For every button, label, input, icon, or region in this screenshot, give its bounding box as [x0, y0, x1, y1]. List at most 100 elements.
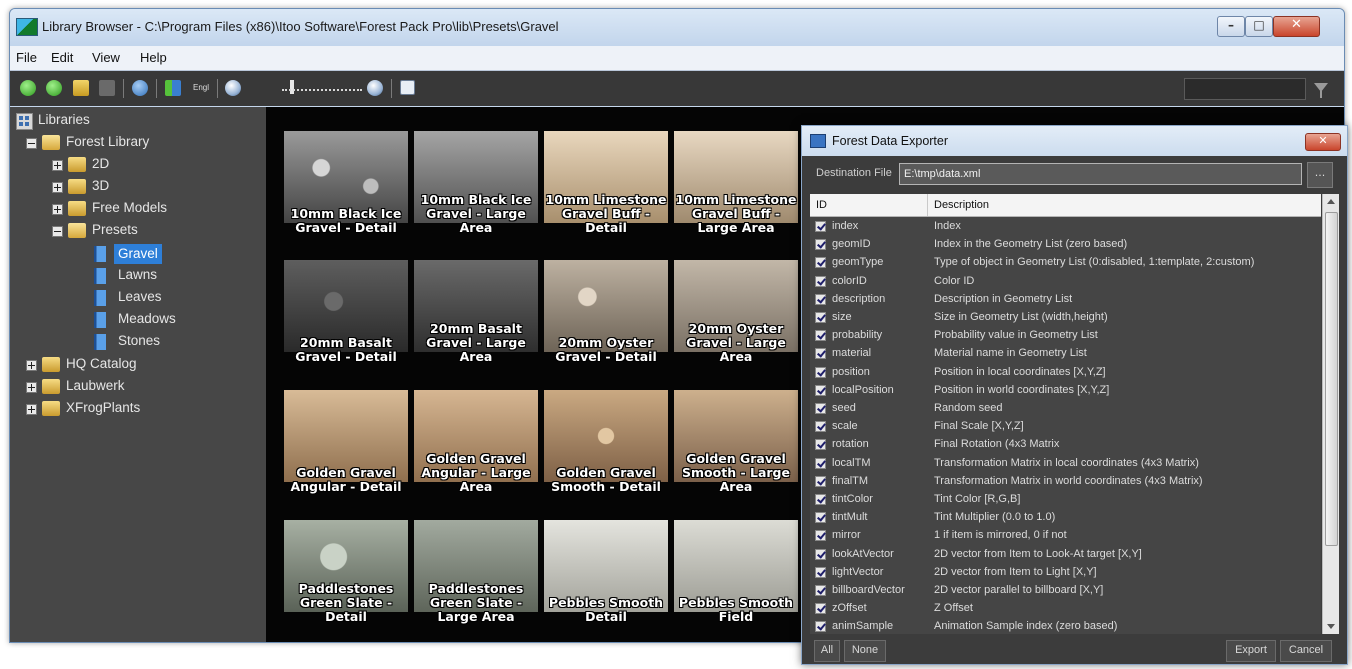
select-none-button[interactable]: None: [844, 640, 886, 662]
column-header-id[interactable]: ID: [816, 199, 827, 211]
close-button[interactable]: ✕: [1273, 16, 1320, 37]
field-checkbox[interactable]: [815, 366, 826, 378]
expand-icon[interactable]: [52, 160, 63, 171]
export-field-row[interactable]: material Material name in Geometry List: [810, 345, 1321, 363]
export-field-row[interactable]: lookAtVector 2D vector from Item to Look-…: [810, 546, 1321, 564]
select-all-button[interactable]: All: [814, 640, 840, 662]
menu-edit[interactable]: Edit: [51, 50, 73, 65]
field-checkbox[interactable]: [815, 348, 826, 360]
field-checkbox[interactable]: [815, 457, 826, 469]
browse-button[interactable]: ...: [1307, 162, 1333, 188]
export-field-row[interactable]: probability Probability value in Geometry…: [810, 327, 1321, 345]
field-checkbox[interactable]: [815, 330, 826, 342]
export-field-row[interactable]: animSample Animation Sample index (zero b…: [810, 618, 1321, 634]
sort-icon[interactable]: [165, 80, 181, 96]
field-checkbox[interactable]: [815, 548, 826, 560]
export-field-row[interactable]: lightVector 2D vector from Item to Light …: [810, 564, 1321, 582]
export-field-row[interactable]: colorID Color ID: [810, 273, 1321, 291]
search-input[interactable]: [1184, 78, 1306, 100]
preset-tile[interactable]: Golden Gravel Smooth - Detail: [544, 390, 668, 514]
preset-tile[interactable]: 10mm Limestone Gravel Buff - Large Area: [674, 131, 798, 255]
menu-help[interactable]: Help: [140, 50, 167, 65]
menu-view[interactable]: View: [92, 50, 120, 65]
field-checkbox[interactable]: [815, 312, 826, 323]
export-field-row[interactable]: localPosition Position in world coordinat…: [810, 382, 1321, 400]
field-checkbox[interactable]: [815, 221, 826, 232]
preset-tile[interactable]: Pebbles Smooth Detail: [544, 520, 668, 642]
preset-tile[interactable]: Paddlestones Green Slate - Detail: [284, 520, 408, 642]
export-field-row[interactable]: geomID Index in the Geometry List (zero b…: [810, 236, 1321, 254]
field-checkbox[interactable]: [815, 512, 826, 524]
zoom-slider-handle[interactable]: [290, 80, 294, 94]
save-icon[interactable]: [99, 80, 115, 96]
open-folder-icon[interactable]: [73, 80, 89, 96]
field-checkbox[interactable]: [815, 494, 826, 505]
preset-tile[interactable]: 10mm Limestone Gravel Buff - Detail: [544, 131, 668, 255]
scroll-down-arrow-icon[interactable]: [1327, 624, 1335, 629]
field-checkbox[interactable]: [815, 439, 826, 451]
field-checkbox[interactable]: [815, 293, 826, 305]
dialog-title-bar[interactable]: Forest Data Exporter ✕: [802, 126, 1347, 156]
preset-tile[interactable]: Golden Gravel Angular - Detail: [284, 390, 408, 514]
field-checkbox[interactable]: [815, 384, 826, 396]
collapse-icon[interactable]: [52, 226, 63, 237]
export-field-row[interactable]: position Position in local coordinates [X…: [810, 364, 1321, 382]
preset-tile[interactable]: Golden Gravel Smooth - Large Area: [674, 390, 798, 514]
expand-icon[interactable]: [52, 182, 63, 193]
forward-arrow-icon[interactable]: [46, 80, 62, 96]
preset-tile[interactable]: 20mm Basalt Gravel - Detail: [284, 260, 408, 384]
list-scrollbar[interactable]: [1322, 194, 1339, 634]
preset-tile[interactable]: 10mm Black Ice Gravel - Detail: [284, 131, 408, 255]
field-checkbox[interactable]: [815, 603, 826, 615]
export-button[interactable]: Export: [1226, 640, 1276, 662]
zoom-in-icon[interactable]: [367, 80, 383, 96]
expand-icon[interactable]: [52, 204, 63, 215]
export-field-row[interactable]: tintColor Tint Color [R,G,B]: [810, 491, 1321, 509]
dialog-close-button[interactable]: ✕: [1305, 133, 1341, 151]
field-checkbox[interactable]: [815, 530, 826, 542]
export-field-row[interactable]: size Size in Geometry List (width,height): [810, 309, 1321, 327]
export-field-row[interactable]: description Description in Geometry List: [810, 291, 1321, 309]
scroll-thumb[interactable]: [1325, 212, 1338, 546]
preset-tile[interactable]: 20mm Oyster Gravel - Detail: [544, 260, 668, 384]
back-arrow-icon[interactable]: [20, 80, 36, 96]
expand-icon[interactable]: [26, 360, 37, 371]
preset-tile[interactable]: 20mm Oyster Gravel - Large Area: [674, 260, 798, 384]
cancel-button[interactable]: Cancel: [1280, 640, 1332, 662]
export-field-row[interactable]: mirror 1 if item is mirrored, 0 if not: [810, 527, 1321, 545]
preset-tile[interactable]: Golden Gravel Angular - Large Area: [414, 390, 538, 514]
export-field-row[interactable]: tintMult Tint Multiplier (0.0 to 1.0): [810, 509, 1321, 527]
export-field-row[interactable]: scale Final Scale [X,Y,Z]: [810, 418, 1321, 436]
refresh-icon[interactable]: [132, 80, 148, 96]
export-field-row[interactable]: finalTM Transformation Matrix in world co…: [810, 473, 1321, 491]
zoom-slider[interactable]: [282, 89, 362, 91]
column-header-description[interactable]: Description: [934, 199, 989, 211]
collapse-icon[interactable]: [26, 138, 37, 149]
column-divider[interactable]: [927, 194, 928, 216]
field-checkbox[interactable]: [815, 257, 826, 269]
menu-file[interactable]: File: [16, 50, 37, 65]
preset-tile[interactable]: 20mm Basalt Gravel - Large Area: [414, 260, 538, 384]
title-bar[interactable]: Library Browser - C:\Program Files (x86)…: [10, 9, 1344, 46]
field-checkbox[interactable]: [815, 403, 826, 414]
filter-icon[interactable]: [1314, 83, 1328, 98]
preset-tile[interactable]: Paddlestones Green Slate - Large Area: [414, 520, 538, 642]
expand-icon[interactable]: [26, 382, 37, 393]
field-checkbox[interactable]: [815, 621, 826, 633]
field-checkbox[interactable]: [815, 475, 826, 487]
export-field-row[interactable]: seed Random seed: [810, 400, 1321, 418]
export-field-row[interactable]: geomType Type of object in Geometry List …: [810, 254, 1321, 272]
zoom-out-icon[interactable]: [225, 80, 241, 96]
field-checkbox[interactable]: [815, 585, 826, 596]
language-button[interactable]: Engl: [191, 80, 211, 96]
export-field-row[interactable]: index Index: [810, 218, 1321, 236]
maximize-button[interactable]: □: [1245, 16, 1273, 37]
export-field-row[interactable]: zOffset Z Offset: [810, 600, 1321, 618]
expand-icon[interactable]: [26, 404, 37, 415]
preset-tile[interactable]: Pebbles Smooth Field: [674, 520, 798, 642]
export-field-row[interactable]: billboardVector 2D vector parallel to bil…: [810, 582, 1321, 600]
export-field-row[interactable]: localTM Transformation Matrix in local co…: [810, 455, 1321, 473]
checklist-icon[interactable]: [400, 80, 415, 95]
minimize-button[interactable]: –: [1217, 16, 1245, 37]
export-field-row[interactable]: rotation Final Rotation (4x3 Matrix: [810, 436, 1321, 454]
